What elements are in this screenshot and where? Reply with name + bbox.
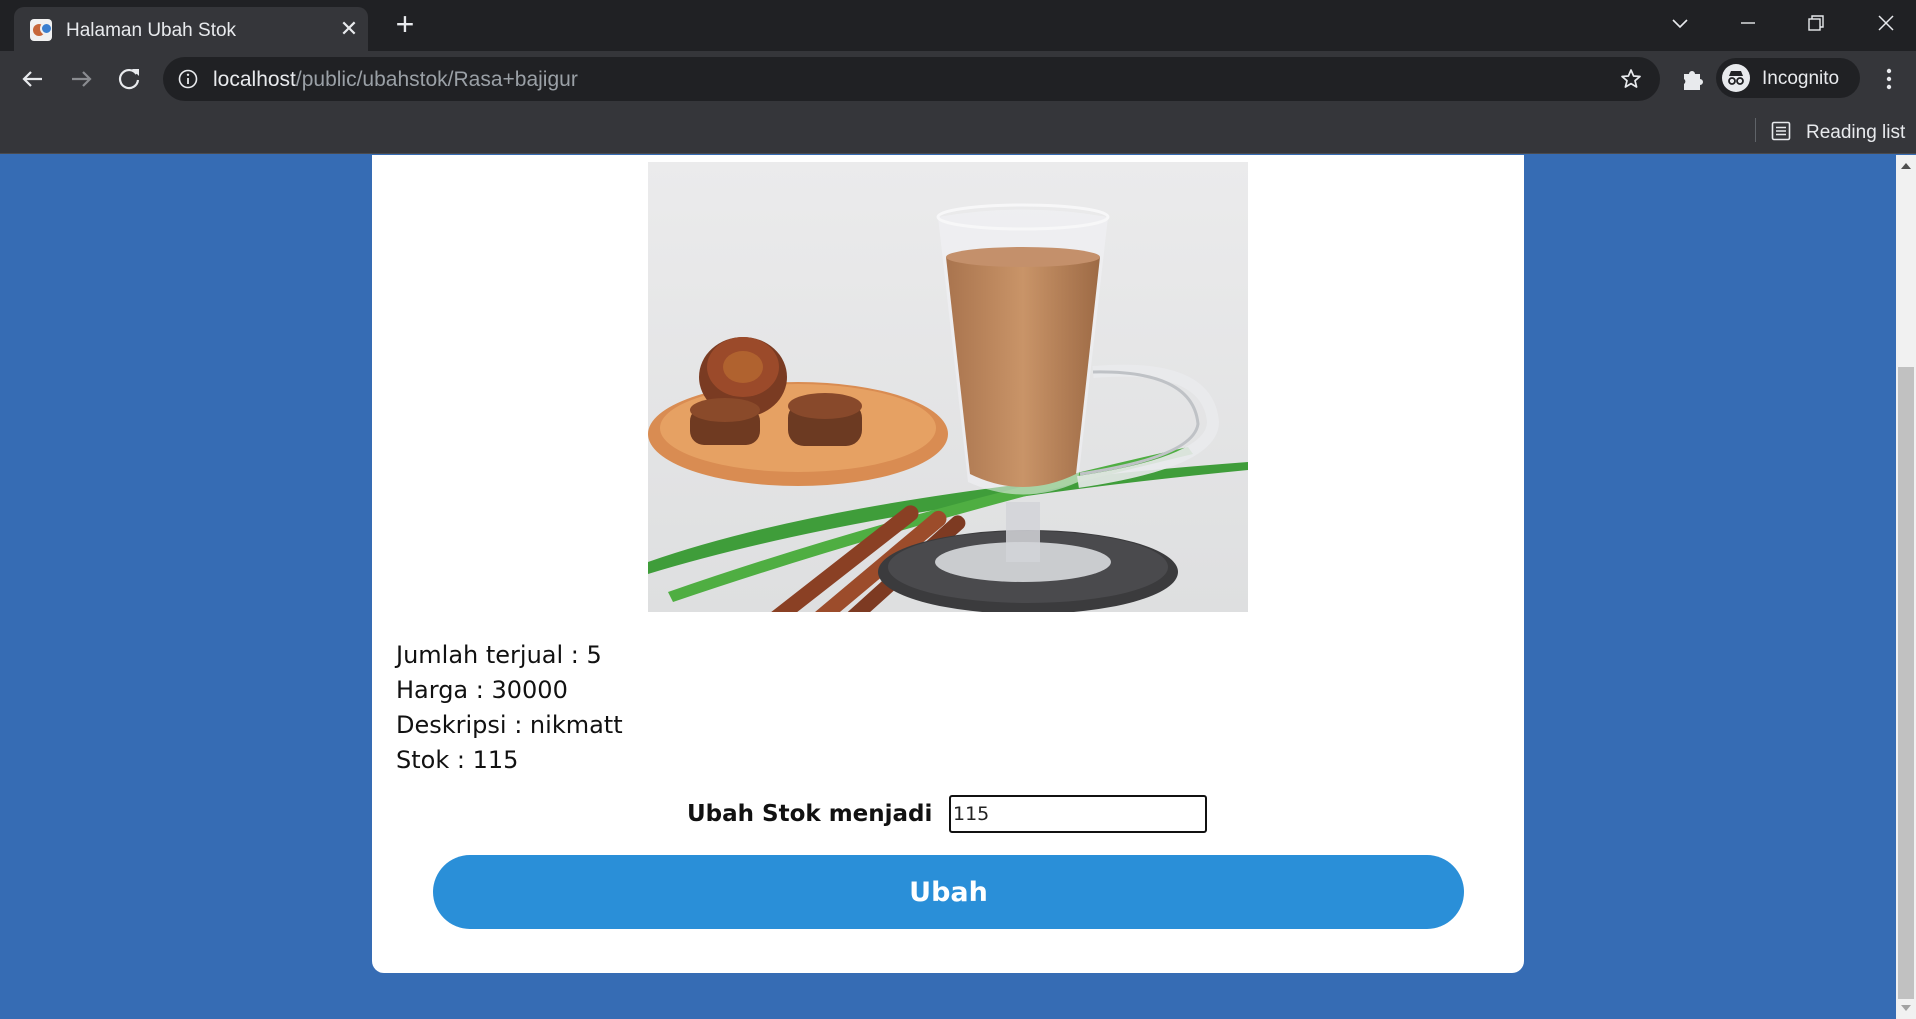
tab-close-icon[interactable]: ✕ [336, 16, 362, 42]
update-stock-label: Ubah Stok menjadi [687, 801, 933, 827]
sold-count-text: Jumlah terjual : 5 [396, 641, 602, 669]
reload-icon[interactable] [112, 62, 146, 96]
tab-title: Halaman Ubah Stok [66, 20, 237, 41]
stock-input[interactable] [949, 795, 1207, 833]
browser-menu-kebab-icon[interactable] [1876, 65, 1902, 93]
window-close-icon[interactable] [1866, 8, 1906, 40]
reading-list-label: Reading list [1806, 122, 1906, 143]
page-viewport: Jumlah terjual : 5 Harga : 30000 Deskrip… [0, 155, 1916, 1019]
product-details: Jumlah terjual : 5 Harga : 30000 Deskrip… [396, 638, 623, 778]
vertical-scrollbar[interactable] [1896, 155, 1916, 1019]
address-bar[interactable]: localhost/public/ubahstok/Rasa+bajigur [163, 57, 1660, 101]
scrollbar-thumb[interactable] [1898, 367, 1914, 999]
back-arrow-icon[interactable] [16, 62, 50, 96]
url-path: /public/ubahstok/Rasa+bajigur [295, 68, 578, 91]
incognito-icon [1722, 64, 1750, 92]
scroll-up-arrow-icon[interactable] [1901, 163, 1911, 169]
new-tab-icon[interactable]: + [390, 8, 420, 40]
incognito-label: Incognito [1762, 68, 1840, 89]
restore-icon[interactable] [1796, 8, 1836, 40]
browser-tab-active[interactable]: Halaman Ubah Stok ✕ [14, 7, 368, 51]
update-stock-form: Ubah Stok menjadi [372, 795, 1524, 837]
url-text[interactable]: localhost/public/ubahstok/Rasa+bajigur [213, 68, 578, 92]
tab-strip: Halaman Ubah Stok ✕ + [0, 0, 1916, 51]
reading-list-icon [1771, 121, 1791, 141]
update-stock-button[interactable]: Ubah [433, 855, 1464, 929]
url-host: localhost [213, 68, 296, 91]
extensions-puzzle-icon[interactable] [1678, 65, 1706, 93]
price-text: Harga : 30000 [396, 676, 568, 704]
stock-text: Stok : 115 [396, 746, 519, 774]
browser-toolbar: localhost/public/ubahstok/Rasa+bajigur I… [0, 51, 1916, 107]
bookmarks-bar: Reading list [0, 107, 1916, 154]
tab-search-chevron-icon[interactable] [1660, 8, 1700, 40]
site-favicon-icon [30, 19, 52, 41]
product-card: Jumlah terjual : 5 Harga : 30000 Deskrip… [372, 155, 1524, 973]
description-text: Deskripsi : nikmatt [396, 711, 623, 739]
incognito-profile-button[interactable]: Incognito [1716, 58, 1860, 98]
forward-arrow-icon[interactable] [64, 62, 98, 96]
scroll-down-arrow-icon[interactable] [1901, 1005, 1911, 1011]
minimize-icon[interactable] [1728, 8, 1768, 40]
bookmark-star-icon[interactable] [1619, 67, 1643, 91]
bookmarks-divider [1755, 118, 1756, 142]
site-info-icon[interactable] [177, 68, 199, 90]
product-photo [648, 162, 1248, 612]
